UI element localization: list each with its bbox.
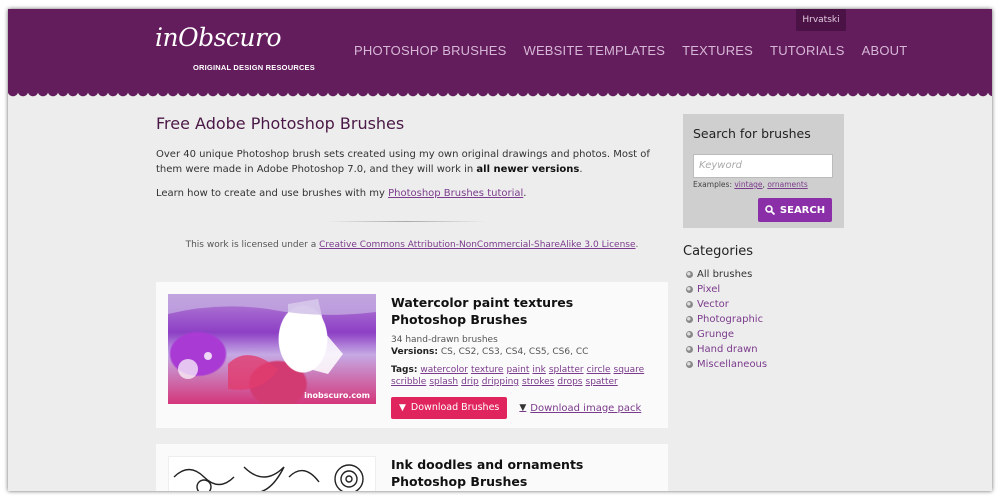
tags-label: Tags: — [391, 365, 418, 375]
tag-link[interactable]: circle — [587, 365, 611, 375]
page-title: Free Adobe Photoshop Brushes — [156, 114, 405, 133]
bullet-icon — [686, 346, 693, 353]
watermark: inobscuro.com — [304, 391, 370, 400]
license-note: This work is licensed under a Creative C… — [156, 240, 668, 250]
brush-preview-image[interactable] — [168, 456, 376, 491]
nav-photoshop-brushes[interactable]: PHOTOSHOP BRUSHES — [354, 43, 506, 58]
tag-link[interactable]: ink — [532, 365, 545, 375]
tutorial-paragraph: Learn how to create and use brushes with… — [156, 186, 668, 201]
bullet-icon — [686, 286, 693, 293]
main-nav: PHOTOSHOP BRUSHES WEBSITE TEMPLATES TEXT… — [354, 43, 907, 58]
license-text: This work is licensed under a — [185, 240, 320, 250]
watercolor-preview — [168, 294, 376, 390]
logo-subtitle: ORIGINAL DESIGN RESOURCES — [193, 63, 315, 72]
brush-card: inobscuro.com Watercolor paint textures … — [156, 282, 668, 428]
tag-link[interactable]: drops — [557, 377, 582, 387]
category-label: All brushes — [697, 269, 753, 280]
divider-line — [326, 221, 486, 222]
search-button[interactable]: SEARCH — [758, 198, 832, 222]
header-scallop-edge — [8, 91, 992, 97]
logo-text: inObscuro — [155, 23, 282, 52]
keyword-input[interactable]: Keyword — [693, 154, 833, 178]
tag-link[interactable]: paint — [506, 365, 529, 375]
versions-label: Versions: — [391, 347, 439, 357]
nav-about[interactable]: ABOUT — [862, 43, 908, 58]
category-item[interactable]: Photographic — [686, 312, 767, 327]
categories-title: Categories — [683, 244, 754, 259]
brush-card-body: Watercolor paint textures Photoshop Brus… — [391, 294, 651, 388]
download-image-pack-link[interactable]: ▼ Download image pack — [519, 403, 641, 414]
license-end: . — [635, 240, 639, 250]
search-panel: Search for brushes Keyword Examples: vin… — [683, 114, 844, 228]
tutorial-link[interactable]: Photoshop Brushes tutorial — [388, 188, 523, 199]
category-item[interactable]: Vector — [686, 297, 767, 312]
bullet-icon — [686, 316, 693, 323]
brush-title[interactable]: Ink doodles and ornaments Photoshop Brus… — [391, 456, 651, 490]
bullet-icon — [686, 301, 693, 308]
tag-link[interactable]: square — [614, 365, 645, 375]
search-button-label: SEARCH — [779, 204, 826, 216]
bullet-icon — [686, 361, 693, 368]
browser-page: Hrvatski inObscuro ORIGINAL DESIGN RESOU… — [8, 9, 992, 491]
search-icon — [765, 205, 775, 215]
versions-value: CS, CS2, CS3, CS4, CS5, CS6, CC — [438, 347, 589, 357]
tag-link[interactable]: strokes — [522, 377, 554, 387]
example-link[interactable]: ornaments — [767, 180, 807, 189]
category-label: Vector — [697, 299, 729, 310]
bullet-icon — [686, 331, 693, 338]
category-item[interactable]: Miscellaneous — [686, 357, 767, 372]
category-label: Pixel — [697, 284, 721, 295]
nav-website-templates[interactable]: WEBSITE TEMPLATES — [523, 43, 665, 58]
brush-versions: Versions: CS, CS2, CS3, CS4, CS5, CS6, C… — [391, 346, 651, 358]
category-list: All brushes Pixel Vector Photographic Gr… — [686, 267, 767, 372]
search-title: Search for brushes — [693, 126, 811, 141]
download-arrow-icon: ▼ — [519, 403, 527, 413]
category-label: Photographic — [697, 314, 764, 325]
brush-preview-image[interactable]: inobscuro.com — [168, 294, 376, 404]
site-logo[interactable]: inObscuro ORIGINAL DESIGN RESOURCES — [155, 23, 315, 75]
main-content: Free Adobe Photoshop Brushes Over 40 uni… — [156, 114, 668, 491]
tag-link[interactable]: splash — [429, 377, 458, 387]
ink-doodle-preview — [173, 464, 364, 491]
download-brushes-button[interactable]: ▼ Download Brushes — [391, 397, 508, 419]
tag-link[interactable]: scribble — [391, 377, 426, 387]
tag-link[interactable]: drip — [461, 377, 479, 387]
download-label: Download Brushes — [410, 402, 500, 413]
examples-label: Examples: — [693, 180, 735, 189]
download-icon: ▼ — [399, 403, 406, 413]
tutorial-end: . — [523, 188, 527, 199]
search-examples: Examples: vintage, ornaments — [693, 180, 808, 189]
intro-end: . — [579, 164, 583, 175]
nav-tutorials[interactable]: TUTORIALS — [770, 43, 845, 58]
tag-link[interactable]: watercolor — [420, 365, 468, 375]
tutorial-text: Learn how to create and use brushes with… — [156, 188, 389, 199]
nav-textures[interactable]: TEXTURES — [682, 43, 753, 58]
example-link[interactable]: vintage — [734, 180, 762, 189]
tag-link[interactable]: splatter — [549, 365, 584, 375]
language-link[interactable]: Hrvatski — [796, 9, 846, 31]
tag-link[interactable]: texture — [471, 365, 504, 375]
category-label: Miscellaneous — [697, 359, 768, 370]
tag-link[interactable]: dripping — [482, 377, 519, 387]
intro-paragraph: Over 40 unique Photoshop brush sets crea… — [156, 147, 668, 177]
brush-count: 34 hand-drawn brushes — [391, 335, 498, 345]
category-label: Grunge — [697, 329, 735, 340]
category-item[interactable]: All brushes — [686, 267, 767, 282]
brush-card: Ink doodles and ornaments Photoshop Brus… — [156, 444, 668, 491]
pack-label: Download image pack — [530, 402, 642, 414]
tag-link[interactable]: spatter — [586, 377, 618, 387]
brush-title[interactable]: Watercolor paint textures Photoshop Brus… — [391, 294, 651, 328]
brush-card-body: Ink doodles and ornaments Photoshop Brus… — [391, 456, 651, 491]
brush-tags: Tags: watercolor texture paint ink splatter c… — [391, 364, 651, 388]
category-item[interactable]: Grunge — [686, 327, 767, 342]
bullet-icon — [686, 271, 693, 278]
category-label: Hand drawn — [697, 344, 758, 355]
category-item[interactable]: Hand drawn — [686, 342, 767, 357]
brush-actions: ▼ Download Brushes ▼ Download image pack — [391, 397, 641, 419]
license-link[interactable]: Creative Commons Attribution-NonCommerci… — [319, 240, 635, 250]
category-item[interactable]: Pixel — [686, 282, 767, 297]
site-header: Hrvatski inObscuro ORIGINAL DESIGN RESOU… — [8, 9, 992, 91]
intro-bold: all newer versions — [476, 164, 580, 175]
ornament-divider — [156, 212, 668, 232]
